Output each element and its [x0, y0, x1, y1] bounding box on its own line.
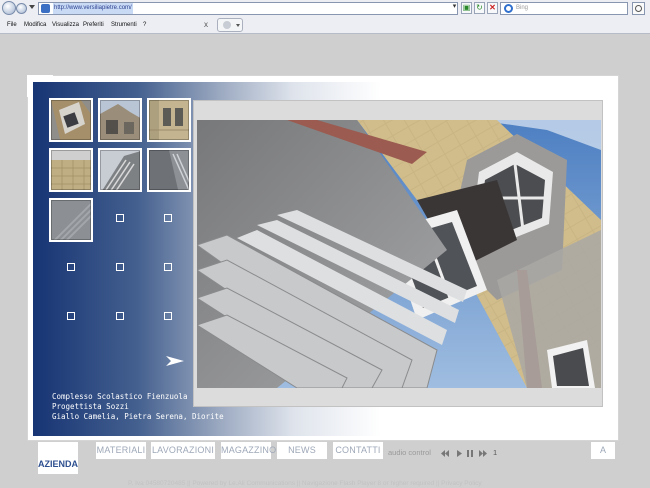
search-box[interactable]: Bing [500, 2, 628, 15]
browser-chrome: http://www.versiliapietre.com/ ▾ ▣ ↻ ✕ B… [0, 0, 650, 34]
thumb-slot[interactable] [164, 312, 172, 320]
pause-icon[interactable] [466, 450, 474, 457]
bing-icon [504, 4, 513, 13]
thumb-2[interactable] [98, 98, 142, 142]
nav-azienda[interactable]: AZIENDA [38, 442, 78, 474]
thumb-slot[interactable] [67, 263, 75, 271]
caption-designer: Progettista Sozzi [52, 402, 129, 411]
main-photo [197, 120, 601, 388]
track-number: 1 [493, 448, 498, 457]
refresh-icon[interactable]: ↻ [474, 2, 485, 14]
thumb-4[interactable] [49, 148, 93, 192]
menu-file[interactable]: File [7, 20, 17, 30]
url-text[interactable]: http://www.versiliapietre.com/ [53, 3, 133, 14]
menu-help[interactable]: ? [143, 20, 146, 30]
menu-bar: File Modifica Visualizza Preferiti Strum… [0, 18, 650, 33]
menu-preferiti[interactable]: Preferiti [83, 20, 104, 30]
menu-visualizza[interactable]: Visualizza [52, 20, 79, 30]
thumb-6[interactable] [147, 148, 191, 192]
next-arrow-icon[interactable] [166, 356, 184, 366]
history-dropdown-icon[interactable] [29, 5, 35, 9]
rewind-icon[interactable] [441, 450, 449, 457]
stop-icon[interactable]: ✕ [487, 2, 498, 14]
back-button[interactable] [2, 1, 16, 15]
url-dropdown-icon[interactable]: ▾ [449, 2, 460, 14]
forward-icon[interactable] [479, 450, 487, 457]
menu-modifica[interactable]: Modifica [24, 20, 46, 30]
text-size-button[interactable]: A [590, 442, 616, 460]
thumb-slot[interactable] [67, 312, 75, 320]
address-bar[interactable]: http://www.versiliapietre.com/ [38, 2, 458, 15]
forward-button[interactable] [16, 3, 27, 14]
thumb-3[interactable] [147, 98, 191, 142]
nav-news[interactable]: NEWS [276, 442, 328, 460]
thumb-7[interactable] [49, 198, 93, 242]
search-icon[interactable] [632, 2, 645, 15]
footer-text: P. Iva 04580720485 || Powered by Le.Ali … [128, 480, 482, 487]
page-icon [41, 4, 50, 13]
thumb-slot[interactable] [164, 263, 172, 271]
main-photo-frame [193, 100, 603, 407]
thumb-slot[interactable] [116, 263, 124, 271]
nav-contatti[interactable]: CONTATTI [332, 442, 384, 460]
thumb-5[interactable] [98, 148, 142, 192]
nav-materiali[interactable]: MATERIALI [95, 442, 147, 460]
photo-caption: Complesso Scolastico Fienzuola Progettis… [52, 392, 224, 422]
nav-magazzino[interactable]: MAGAZZINO [220, 442, 276, 460]
new-tab-button[interactable] [217, 18, 243, 32]
search-placeholder: Bing [516, 5, 529, 11]
audio-control-label: audio control [388, 448, 431, 457]
caption-materials: Giallo Camelia, Pietra Serena, Diorite [52, 412, 224, 421]
thumb-slot[interactable] [116, 214, 124, 222]
address-row: http://www.versiliapietre.com/ ▾ ▣ ↻ ✕ B… [0, 0, 650, 17]
caption-project: Complesso Scolastico Fienzuola [52, 392, 188, 401]
nav-lavorazioni[interactable]: LAVORAZIONI [150, 442, 216, 460]
menu-strumenti[interactable]: Strumenti [111, 20, 137, 30]
thumb-slot[interactable] [116, 312, 124, 320]
tab-close-icon[interactable]: x [204, 21, 208, 29]
thumb-slot[interactable] [164, 214, 172, 222]
thumb-1[interactable] [49, 98, 93, 142]
play-icon[interactable] [455, 450, 463, 457]
compatibility-icon[interactable]: ▣ [461, 2, 472, 14]
